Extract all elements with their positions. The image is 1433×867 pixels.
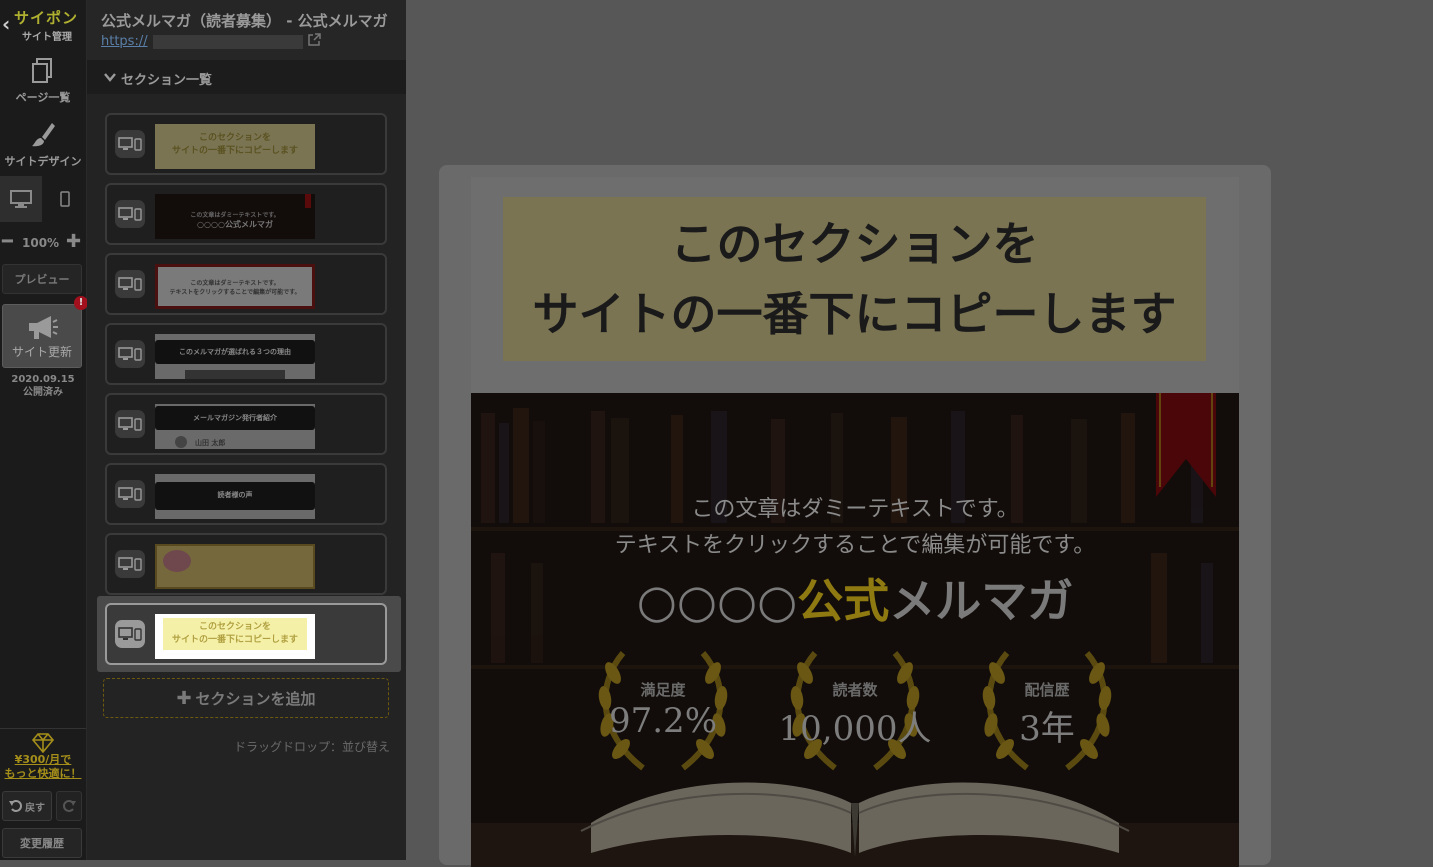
upgrade-promo-link[interactable]: ¥300/月で もっと快適に！ bbox=[0, 728, 86, 785]
redo-icon bbox=[63, 800, 76, 812]
brand-logo: サイポン bbox=[14, 9, 79, 27]
copy-section-banner[interactable]: このセクションを サイトの一番下にコピーします bbox=[503, 197, 1206, 361]
pages-button[interactable]: ページ一覧 bbox=[0, 56, 86, 106]
site-update-button[interactable]: サイト更新 bbox=[2, 304, 82, 368]
change-history-button[interactable]: 変更履歴 bbox=[2, 828, 82, 858]
external-link-icon[interactable] bbox=[307, 33, 321, 47]
section-thumbnail: 読者様の声 bbox=[155, 474, 315, 519]
redo-button[interactable] bbox=[56, 791, 82, 821]
chevron-down-icon bbox=[104, 73, 116, 82]
section-thumbnail: この文章はダミーテキストです。 ○○○○公式メルマガ bbox=[155, 194, 315, 239]
undo-label: 戻す bbox=[25, 802, 45, 814]
add-section-label: セクションを追加 bbox=[195, 689, 316, 708]
logo-sub-label: サイト管理 bbox=[22, 32, 72, 43]
ribbon-decoration bbox=[1156, 393, 1216, 497]
logo-back-button[interactable]: ‹ サイポン サイト管理 bbox=[0, 4, 86, 43]
publish-status: 公開済み bbox=[23, 387, 63, 398]
section-thumbnail: このメルマガが選ばれる３つの理由 bbox=[155, 334, 315, 379]
section-item-3[interactable]: この文章はダミーテキストです。 テキストをクリックすることで編集が可能です。 bbox=[105, 253, 387, 315]
desktop-view-button[interactable] bbox=[0, 176, 42, 222]
site-title: 公式メルマガ（読者募集） - 公式メルマガ bbox=[101, 12, 388, 30]
panel-header: 公式メルマガ（読者募集） - 公式メルマガ https:// bbox=[87, 0, 406, 60]
paint-brush-icon bbox=[32, 123, 55, 147]
banner-line-2: サイトの一番下にコピーします bbox=[532, 287, 1177, 341]
url-redacted bbox=[153, 35, 303, 49]
update-info: 2020.09.15 公開済み bbox=[0, 373, 86, 399]
hero-section[interactable]: この文章はダミーテキストです。 テキストをクリックすることで編集が可能です。 ○… bbox=[471, 393, 1239, 867]
alert-badge: ! bbox=[74, 296, 88, 310]
stat-value: 10,000人 bbox=[778, 709, 932, 749]
section-thumbnail: このセクションを サイトの一番下にコピーします bbox=[155, 124, 315, 169]
stat-label: 満足度 bbox=[640, 681, 686, 699]
section-thumbnail: このセクションを サイトの一番下にコピーします bbox=[155, 614, 315, 659]
zoom-out-button[interactable]: ━ bbox=[2, 232, 13, 252]
undo-button[interactable]: 戻す bbox=[2, 791, 52, 821]
drag-drop-hint: ドラッグドロップ：並び替え bbox=[233, 740, 390, 754]
section-panel: 公式メルマガ（読者募集） - 公式メルマガ https:// セクション一覧 こ… bbox=[87, 0, 406, 860]
plus-icon: ✚ bbox=[176, 687, 192, 709]
zoom-in-button[interactable]: ✚ bbox=[66, 232, 81, 252]
stat-value: 97.2% bbox=[608, 701, 717, 741]
back-arrow-icon: ‹ bbox=[2, 12, 11, 36]
hero-title-gold: 公式 bbox=[797, 574, 890, 628]
add-section-button[interactable]: ✚ セクションを追加 bbox=[103, 678, 389, 718]
section-item-7[interactable] bbox=[105, 533, 387, 595]
section-item-5[interactable]: メールマガジン発行者紹介 山田 太郎 bbox=[105, 393, 387, 455]
hero-dummy-text-2[interactable]: テキストをクリックすることで編集が可能です。 bbox=[471, 527, 1239, 559]
hero-dummy-text-1[interactable]: この文章はダミーテキストです。 bbox=[471, 491, 1239, 523]
device-visibility-icon[interactable] bbox=[115, 480, 145, 508]
device-visibility-icon[interactable] bbox=[115, 200, 145, 228]
hero-title-prefix: ○○○○ bbox=[636, 574, 798, 628]
mobile-icon bbox=[60, 191, 70, 207]
device-visibility-icon[interactable] bbox=[115, 620, 145, 648]
zoom-level: 100% bbox=[22, 236, 60, 250]
stat-label: 読者数 bbox=[832, 681, 878, 699]
pages-icon bbox=[32, 58, 52, 83]
section-item-2[interactable]: この文章はダミーテキストです。 ○○○○公式メルマガ bbox=[105, 183, 387, 245]
device-visibility-icon[interactable] bbox=[115, 410, 145, 438]
mobile-view-button[interactable] bbox=[44, 176, 86, 222]
section-item-4[interactable]: このメルマガが選ばれる３つの理由 bbox=[105, 323, 387, 385]
page-content: このセクションを サイトの一番下にコピーします この文章はダミーテキストです。 … bbox=[471, 177, 1239, 867]
section-thumbnail: メールマガジン発行者紹介 山田 太郎 bbox=[155, 404, 315, 449]
left-toolbar: ‹ サイポン サイト管理 ページ一覧 サイトデザイン ━ 100% ✚ プレビュ… bbox=[0, 0, 88, 860]
section-item-1[interactable]: このセクションを サイトの一番下にコピーします bbox=[105, 113, 387, 175]
device-visibility-icon[interactable] bbox=[115, 130, 145, 158]
device-visibility-icon[interactable] bbox=[115, 550, 145, 578]
promo-line-1: ¥300/月で bbox=[14, 753, 72, 766]
diamond-icon bbox=[31, 733, 55, 753]
hero-title[interactable]: ○○○○公式メルマガ bbox=[471, 565, 1239, 631]
device-visibility-icon[interactable] bbox=[115, 270, 145, 298]
hero-title-suffix: メルマガ bbox=[889, 574, 1074, 628]
section-thumbnail bbox=[155, 544, 315, 589]
section-item-8[interactable]: このセクションを サイトの一番下にコピーします bbox=[105, 603, 387, 665]
preview-canvas: このセクションを サイトの一番下にコピーします この文章はダミーテキストです。 … bbox=[406, 0, 1433, 867]
update-date: 2020.09.15 bbox=[11, 374, 75, 385]
device-visibility-icon[interactable] bbox=[115, 340, 145, 368]
page-frame: このセクションを サイトの一番下にコピーします この文章はダミーテキストです。 … bbox=[439, 165, 1271, 867]
banner-line-1: このセクションを bbox=[670, 217, 1039, 271]
section-thumbnail: この文章はダミーテキストです。 テキストをクリックすることで編集が可能です。 bbox=[155, 264, 315, 309]
megaphone-icon bbox=[29, 316, 58, 339]
promo-line-2: もっと快適に！ bbox=[4, 767, 82, 780]
section-list-header[interactable]: セクション一覧 bbox=[87, 60, 406, 94]
device-toggle bbox=[0, 176, 86, 222]
preview-button[interactable]: プレビュー bbox=[2, 264, 82, 294]
site-update-label: サイト更新 bbox=[11, 345, 72, 359]
open-book-image bbox=[471, 782, 1239, 867]
stat-label: 配信歴 bbox=[1024, 681, 1070, 699]
stat-value: 3年 bbox=[1019, 709, 1075, 749]
undo-icon bbox=[9, 800, 22, 812]
zoom-control: ━ 100% ✚ bbox=[0, 232, 86, 254]
desktop-icon bbox=[10, 190, 32, 208]
site-design-button[interactable]: サイトデザイン bbox=[0, 120, 86, 170]
pages-label: ページ一覧 bbox=[15, 91, 71, 104]
site-design-label: サイトデザイン bbox=[4, 155, 82, 168]
section-list-title: セクション一覧 bbox=[121, 73, 213, 88]
section-item-6[interactable]: 読者様の声 bbox=[105, 463, 387, 525]
site-url-link[interactable]: https:// bbox=[101, 34, 148, 49]
